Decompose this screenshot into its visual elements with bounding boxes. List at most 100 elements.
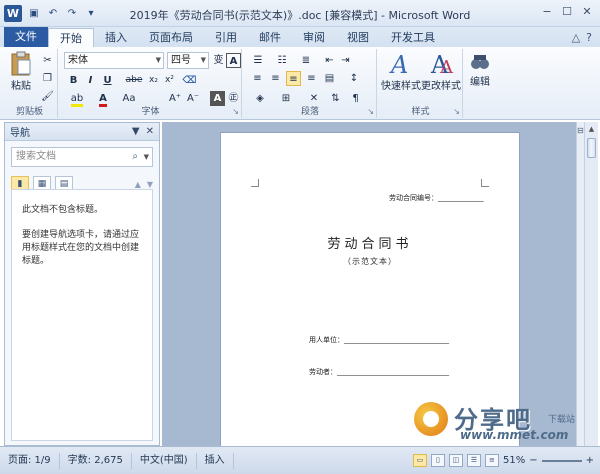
minimize-ribbon-icon[interactable]: △ bbox=[572, 28, 580, 47]
cut-icon[interactable]: ✂ bbox=[40, 53, 55, 68]
font-group-label: 字体 bbox=[141, 107, 160, 117]
increase-indent-icon[interactable]: ⇥ bbox=[338, 53, 353, 68]
multilevel-list-icon[interactable]: ≣ bbox=[296, 53, 316, 68]
tab-developer[interactable]: 开发工具 bbox=[380, 28, 446, 47]
search-icon[interactable]: ⌕ bbox=[132, 148, 138, 166]
tab-file[interactable]: 文件 bbox=[4, 27, 48, 47]
phonetic-guide-icon[interactable]: 变 bbox=[211, 53, 226, 68]
paragraph-group: ☰ ☷ ≣ ⇤ ⇥ ≡ ≡ ≡ ≡ ▤ ↕ ◈ ⊞ ✕ ⇅ ¶ 段落 ↘ bbox=[244, 49, 377, 118]
window-title: 2019年《劳动合同书(示范文本)》.doc [兼容模式] - Microsof… bbox=[129, 9, 471, 22]
copy-icon[interactable]: ❐ bbox=[40, 71, 55, 86]
employee-line: 劳动者：________________________________ bbox=[309, 368, 449, 376]
scrollbar-thumb[interactable] bbox=[587, 138, 596, 158]
document-title: 劳动合同书 bbox=[327, 237, 413, 252]
clear-formatting-icon[interactable]: ⌫ bbox=[182, 73, 197, 88]
close-button[interactable]: ✕ bbox=[578, 4, 596, 20]
zoom-in-icon[interactable]: + bbox=[586, 455, 594, 466]
tab-insert[interactable]: 插入 bbox=[94, 28, 138, 47]
close-pane-icon[interactable]: ✕ bbox=[146, 126, 154, 137]
pane-options-icon[interactable]: ▼ bbox=[132, 126, 140, 137]
font-name-value: 宋体 bbox=[68, 55, 88, 66]
navigation-pane-header: 导航 ▼ ✕ bbox=[5, 123, 159, 141]
full-screen-reading-icon[interactable]: ▯ bbox=[430, 454, 445, 467]
paste-icon bbox=[11, 51, 31, 76]
bullets-icon[interactable]: ☰ bbox=[248, 53, 268, 68]
search-document-input[interactable]: 搜索文档 ⌕ ▼ bbox=[11, 147, 153, 167]
create-headings-hint: 要创建导航选项卡，请通过应用标题样式在您的文档中创建标题。 bbox=[22, 230, 140, 266]
font-name-combo[interactable]: 宋体 ▼ bbox=[64, 52, 164, 69]
vertical-scrollbar[interactable]: ▲ bbox=[584, 122, 598, 446]
quick-styles-button[interactable]: A 快速样式 bbox=[381, 51, 421, 92]
find-binoculars-icon bbox=[471, 55, 489, 69]
scroll-up-icon[interactable]: ▲ bbox=[585, 122, 598, 136]
zoom-slider[interactable] bbox=[541, 459, 582, 462]
styles-dialog-launcher-icon[interactable]: ↘ bbox=[453, 107, 460, 116]
numbering-icon[interactable]: ☷ bbox=[272, 53, 292, 68]
tab-page-layout[interactable]: 页面布局 bbox=[138, 28, 204, 47]
zoom-level[interactable]: 51% bbox=[503, 455, 525, 466]
search-placeholder: 搜索文档 bbox=[16, 151, 56, 162]
page-count[interactable]: 页面: 1/9 bbox=[0, 452, 60, 469]
font-dialog-launcher-icon[interactable]: ↘ bbox=[232, 107, 239, 116]
underline-button[interactable]: U bbox=[100, 73, 115, 88]
web-layout-icon[interactable]: ◫ bbox=[448, 454, 463, 467]
help-icon[interactable]: ? bbox=[586, 28, 592, 47]
superscript-button[interactable]: x² bbox=[162, 73, 177, 88]
draft-view-icon[interactable]: ≡ bbox=[484, 454, 499, 467]
paste-button[interactable]: 粘贴 bbox=[6, 51, 36, 92]
bold-button[interactable]: B bbox=[66, 73, 81, 88]
svg-text:A: A bbox=[439, 57, 454, 77]
font-size-combo[interactable]: 四号 ▼ bbox=[167, 52, 209, 69]
line-spacing-icon[interactable]: ↕ bbox=[344, 71, 364, 86]
navigation-pane: 导航 ▼ ✕ 搜索文档 ⌕ ▼ ▮ ▦ ▤ ▲ ▼ 此文档不包含标题。 要创建导… bbox=[4, 122, 160, 446]
paragraph-dialog-launcher-icon[interactable]: ↘ bbox=[367, 107, 374, 116]
format-painter-icon[interactable]: 🖌 bbox=[40, 89, 55, 104]
align-left-icon[interactable]: ≡ bbox=[250, 71, 265, 86]
previous-arrow-icon[interactable]: ▲ bbox=[135, 180, 141, 189]
clipboard-group-label: 剪贴板 bbox=[15, 107, 43, 117]
next-arrow-icon[interactable]: ▼ bbox=[147, 180, 153, 189]
tab-review[interactable]: 审阅 bbox=[292, 28, 336, 47]
subscript-button[interactable]: x₂ bbox=[146, 73, 161, 88]
insert-mode-indicator[interactable]: 插入 bbox=[197, 452, 234, 469]
maximize-button[interactable]: ☐ bbox=[558, 4, 576, 20]
tab-references[interactable]: 引用 bbox=[204, 28, 248, 47]
change-styles-button[interactable]: A A 更改样式 bbox=[421, 51, 461, 92]
document-area[interactable]: 劳动合同编号：_____________ 劳动合同书 （示范文本） 用人单位：_… bbox=[162, 122, 576, 446]
outline-view-icon[interactable]: ☰ bbox=[466, 454, 481, 467]
crop-mark bbox=[251, 179, 259, 187]
decrease-indent-icon[interactable]: ⇤ bbox=[322, 53, 337, 68]
document-page[interactable]: 劳动合同编号：_____________ 劳动合同书 （示范文本） 用人单位：_… bbox=[220, 132, 520, 446]
clipboard-group: 粘贴 ✂ ❐ 🖌 剪贴板 bbox=[2, 49, 58, 118]
italic-button[interactable]: I bbox=[83, 73, 98, 88]
zoom-out-icon[interactable]: − bbox=[529, 455, 537, 466]
align-right-icon[interactable]: ≡ bbox=[286, 71, 301, 86]
justify-icon[interactable]: ≡ bbox=[304, 71, 319, 86]
distributed-icon[interactable]: ▤ bbox=[322, 71, 337, 86]
character-border-icon[interactable]: A bbox=[226, 53, 241, 68]
tab-home[interactable]: 开始 bbox=[48, 28, 94, 47]
editing-group: 编辑 bbox=[465, 49, 495, 118]
font-size-value: 四号 bbox=[171, 55, 191, 66]
chevron-down-icon[interactable]: ▼ bbox=[144, 148, 149, 166]
contract-number-line: 劳动合同编号：_____________ bbox=[389, 194, 484, 202]
align-center-icon[interactable]: ≡ bbox=[268, 71, 283, 86]
quick-styles-icon: A bbox=[389, 51, 408, 77]
crop-mark bbox=[481, 179, 489, 187]
editing-button[interactable]: 编辑 bbox=[465, 51, 495, 88]
tab-view[interactable]: 视图 bbox=[336, 28, 380, 47]
print-layout-icon[interactable]: ▭ bbox=[412, 454, 427, 467]
vertical-ruler bbox=[576, 122, 584, 446]
language-indicator[interactable]: 中文(中国) bbox=[132, 452, 197, 469]
navigation-pane-content: 此文档不包含标题。 要创建导航选项卡，请通过应用标题样式在您的文档中创建标题。 bbox=[11, 189, 153, 441]
word-count[interactable]: 字数: 2,675 bbox=[60, 452, 132, 469]
editing-label: 编辑 bbox=[470, 77, 490, 88]
minimize-button[interactable]: − bbox=[538, 4, 556, 20]
ruler-toggle-icon[interactable]: ⊟ bbox=[577, 126, 584, 135]
styles-group-label: 样式 bbox=[411, 107, 430, 117]
styles-group: A 快速样式 A A 更改样式 样式 ↘ bbox=[379, 49, 463, 118]
ribbon-tabs: 文件 开始 插入 页面布局 引用 邮件 审阅 视图 开发工具 △ ? bbox=[0, 27, 600, 47]
ribbon: 粘贴 ✂ ❐ 🖌 剪贴板 宋体 ▼ 四号 ▼ 变 A B I U abe x₂ x²… bbox=[0, 47, 600, 120]
tab-mailings[interactable]: 邮件 bbox=[248, 28, 292, 47]
strikethrough-button[interactable]: abe bbox=[124, 73, 144, 88]
